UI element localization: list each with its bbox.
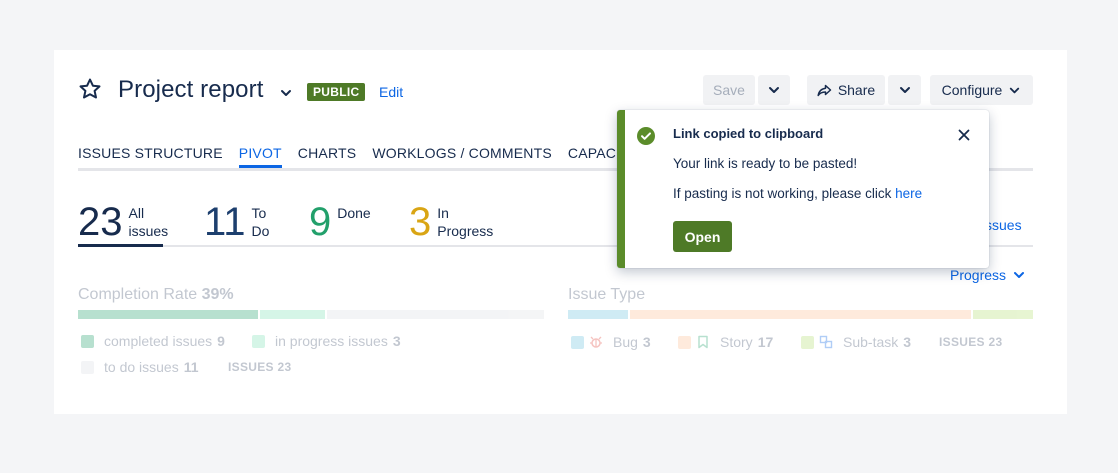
legend-in-progress: in progress issues 3 [252, 333, 401, 349]
legend-completed: completed issues 9 [81, 333, 225, 349]
share-icon [817, 84, 832, 97]
bar-segment-in-progress [260, 310, 325, 319]
toast-title: Link copied to clipboard [673, 126, 824, 141]
stat-value: 3 [409, 200, 432, 244]
toast-hint: If pasting is not working, please click … [673, 186, 923, 201]
legend-swatch [571, 335, 584, 349]
issue-type-title: Issue Type [568, 286, 646, 303]
open-button[interactable]: Open [673, 221, 732, 252]
stat-label: To Do [251, 205, 270, 239]
completion-issues-total: ISSUES 23 [228, 360, 292, 374]
tab-charts[interactable]: CHARTS [298, 145, 357, 168]
check-circle-icon [637, 127, 655, 145]
bar-segment-bug [568, 310, 628, 319]
stat-label: Done [337, 205, 371, 221]
legend-swatch [81, 334, 94, 348]
star-icon[interactable] [78, 77, 102, 101]
configure-button-label: Configure [941, 82, 1003, 98]
subtask-icon [819, 335, 833, 349]
issues-link[interactable]: ssues [985, 217, 1022, 233]
tab-issues-structure[interactable]: ISSUES STRUCTURE [78, 145, 223, 168]
public-badge: PUBLIC [307, 83, 366, 101]
configure-button[interactable]: Configure [930, 75, 1033, 105]
stat-value: 9 [309, 200, 332, 244]
save-dropdown-button[interactable] [758, 75, 790, 105]
chevron-down-icon [899, 87, 910, 93]
toast-here-link[interactable]: here [895, 186, 922, 201]
progress-dropdown[interactable]: Progress [950, 267, 1026, 283]
save-button[interactable]: Save [703, 75, 755, 105]
share-dropdown-button[interactable] [888, 75, 921, 105]
bug-icon [590, 336, 602, 348]
close-icon[interactable] [957, 128, 971, 142]
toast-message: Your link is ready to be pasted! [673, 156, 858, 171]
stat-in-progress[interactable]: 3 In Progress [409, 200, 493, 244]
bar-segment-to-do [327, 310, 544, 319]
bar-segment-story [630, 310, 971, 319]
chevron-down-icon [1010, 87, 1020, 93]
legend-swatch [81, 360, 94, 374]
legend-swatch [678, 335, 691, 349]
stat-value: 23 [78, 200, 123, 244]
legend-bug: Bug 3 [571, 334, 651, 350]
tab-pivot[interactable]: PIVOT [238, 145, 282, 168]
stat-to-do[interactable]: 11 To Do [204, 200, 269, 244]
legend-swatch [801, 335, 814, 349]
legend-subtask: Sub-task 3 [801, 334, 911, 350]
bar-segment-sub-task [973, 310, 1033, 319]
legend-story: Story 17 [678, 334, 773, 350]
stat-all-issues[interactable]: 23 All issues [78, 200, 168, 244]
page-title: Project report [118, 76, 264, 103]
progress-dropdown-label: Progress [950, 267, 1007, 283]
bookmark-icon [698, 335, 708, 349]
clipboard-toast: Link copied to clipboard Your link is re… [617, 110, 989, 268]
completion-rate-title: Completion Rate 39% [78, 286, 234, 303]
tab-worklogs-comments[interactable]: WORKLOGS / COMMENTS [372, 145, 552, 168]
edit-link[interactable]: Edit [379, 84, 403, 100]
report-tabs: ISSUES STRUCTURE PIVOT CHARTS WORKLOGS /… [78, 145, 684, 168]
share-button[interactable]: Share [807, 75, 885, 105]
legend-swatch [252, 334, 265, 348]
stat-label: In Progress [437, 205, 494, 239]
share-button-label: Share [837, 82, 876, 98]
chevron-down-icon [769, 87, 779, 93]
chevron-down-icon[interactable] [279, 86, 293, 100]
stat-label: All issues [128, 205, 169, 239]
completion-rate-value: 39% [201, 286, 234, 303]
bar-segment-completed [78, 310, 258, 319]
stat-done[interactable]: 9 Done [309, 200, 371, 244]
toast-accent-bar [617, 110, 625, 268]
save-button-label: Save [713, 82, 745, 98]
active-stat-indicator [78, 244, 163, 247]
stat-value: 11 [204, 200, 246, 244]
chevron-down-icon [1014, 272, 1025, 278]
issue-type-issues-total: ISSUES 23 [939, 335, 1003, 349]
legend-to-do: to do issues 11 [81, 359, 199, 375]
